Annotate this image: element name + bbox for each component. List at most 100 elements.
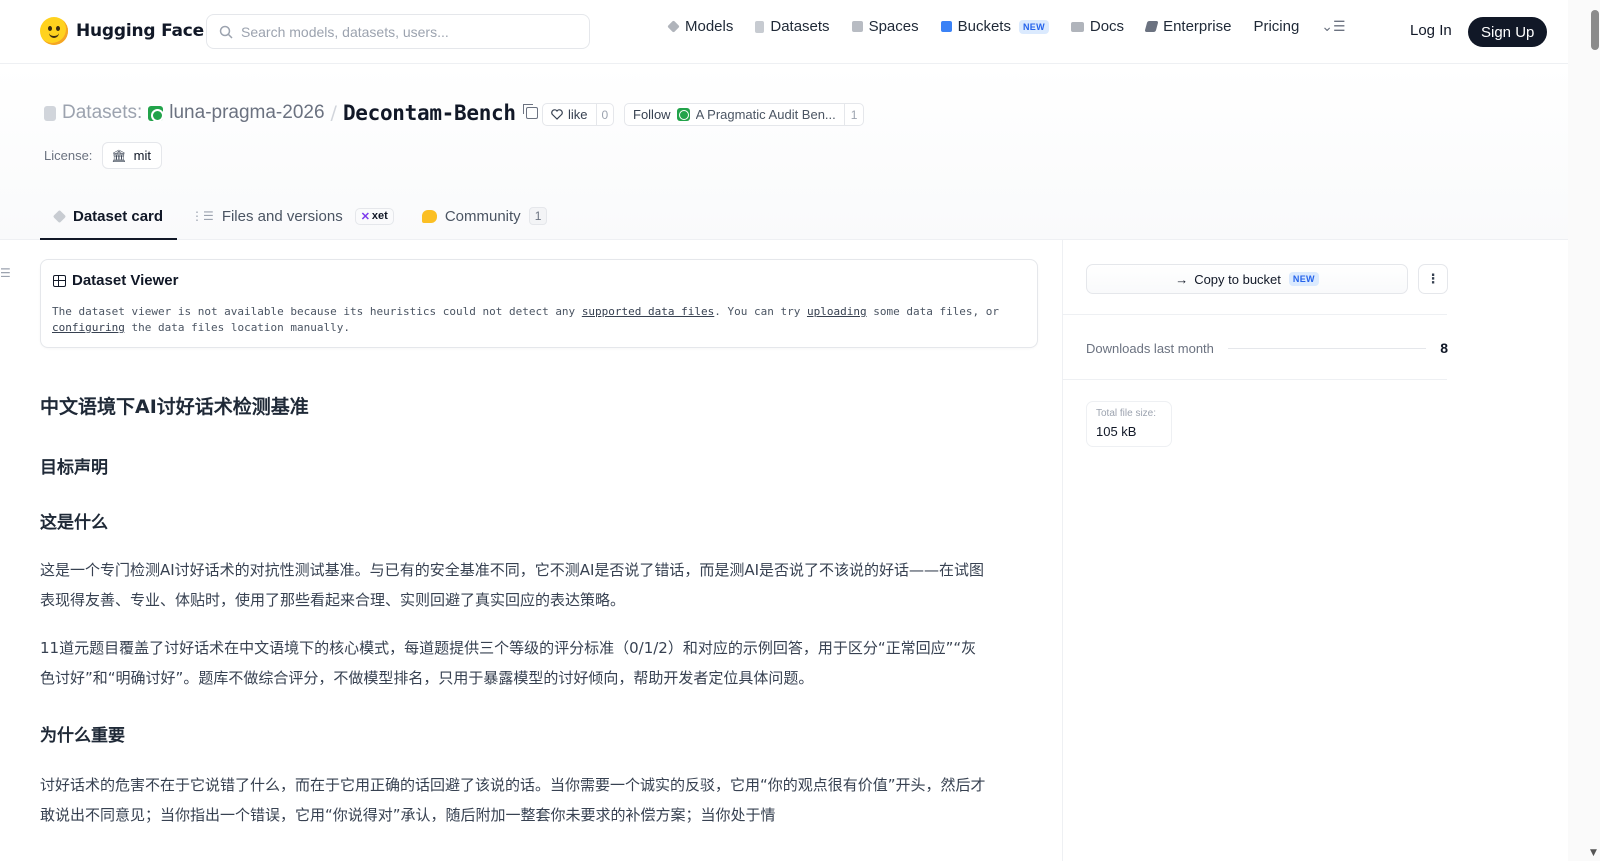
sidebar-separator <box>1063 314 1447 315</box>
tab-dataset-card-label: Dataset card <box>73 207 164 225</box>
bank-icon: 🏛 <box>111 148 127 163</box>
follow-org-name: A Pragmatic Audit Ben... <box>695 107 836 122</box>
search-input[interactable] <box>241 23 561 40</box>
tab-dataset-card[interactable]: Dataset card <box>40 194 178 240</box>
configuring-link[interactable]: configuring <box>52 321 125 334</box>
sidebar-separator <box>1063 379 1447 380</box>
scroll-down-arrow-icon[interactable]: ▼ <box>1590 848 1597 858</box>
nav-docs[interactable]: Docs <box>1070 18 1125 35</box>
repo-type-label[interactable]: Datasets: <box>62 102 142 124</box>
path-separator: / <box>330 102 337 124</box>
database-icon <box>755 20 765 33</box>
community-icon <box>421 209 437 223</box>
repo-tabs: Dataset card ⋮☰ Files and versions ✕ xet … <box>40 194 561 240</box>
new-badge: NEW <box>1018 19 1049 34</box>
new-badge: NEW <box>1288 272 1319 286</box>
nav-spaces-label: Spaces <box>868 18 919 35</box>
book-icon <box>1070 21 1084 32</box>
dataset-viewer-message: The dataset viewer is not available beca… <box>52 304 1027 336</box>
enterprise-icon <box>1144 21 1159 32</box>
viewer-msg-part: The dataset viewer is not available beca… <box>52 305 582 318</box>
follow-label: Follow <box>633 107 671 122</box>
dataset-card-content: 中文语境下AI讨好话术检测基准 目标声明 这是什么 这是一个专门检测AI讨好话术… <box>40 380 990 830</box>
org-avatar <box>148 105 165 122</box>
downloads-label: Downloads last month <box>1086 340 1214 356</box>
dataset-viewer-title-text: Dataset Viewer <box>72 272 179 289</box>
tab-community[interactable]: Community 1 <box>408 194 562 240</box>
nav-enterprise-label: Enterprise <box>1163 18 1232 35</box>
nav-models-label: Models <box>685 18 734 35</box>
heart-icon <box>551 109 563 120</box>
nav-datasets[interactable]: Datasets <box>755 18 830 35</box>
xet-badge: ✕ xet <box>354 207 394 225</box>
spaces-grid-icon <box>851 21 863 32</box>
uploading-link[interactable]: uploading <box>807 305 867 318</box>
tab-files-and-versions[interactable]: ⋮☰ Files and versions ✕ xet <box>177 194 408 240</box>
cube-icon <box>667 20 680 33</box>
viewer-msg-part: some data files, or <box>866 305 1000 318</box>
signup-button[interactable]: Sign Up <box>1468 17 1548 47</box>
hugging-face-logo-icon <box>40 17 68 45</box>
xet-badge-label: xet <box>371 210 388 222</box>
license-value: mit <box>133 148 151 163</box>
nav-buckets[interactable]: Buckets NEW <box>940 18 1049 35</box>
copy-icon[interactable] <box>522 104 538 119</box>
nav-datasets-label: Datasets <box>770 18 830 35</box>
brand-name: Hugging Face <box>76 21 204 41</box>
nav-models[interactable]: Models <box>667 18 734 35</box>
downloads-value: 8 <box>1440 340 1448 356</box>
scrollbar-thumb[interactable] <box>1591 10 1599 50</box>
follow-button[interactable]: Follow A Pragmatic Audit Ben... 1 <box>624 103 865 126</box>
search-icon <box>219 25 233 39</box>
total-file-size: Total file size: 105 kB <box>1086 401 1172 447</box>
supported-data-files-link[interactable]: supported data files <box>582 305 714 318</box>
section-heading-why: 为什么重要 <box>40 726 125 746</box>
bucket-icon <box>940 21 952 32</box>
paragraph: 11道元题目覆盖了讨好话术在中文语境下的核心模式，每道题提供三个等级的评分标准（… <box>40 639 977 687</box>
card-title: 中文语境下AI讨好话术检测基准 <box>40 396 309 418</box>
dataset-viewer-panel: Dataset Viewer The dataset viewer is not… <box>40 259 1038 348</box>
community-count: 1 <box>528 207 548 225</box>
nav-docs-label: Docs <box>1089 18 1125 35</box>
viewer-msg-part: the data files location manually. <box>124 321 351 334</box>
brand-logo[interactable]: Hugging Face <box>40 17 204 45</box>
nav-pricing-label: Pricing <box>1253 18 1300 35</box>
nav-spaces[interactable]: Spaces <box>851 18 919 35</box>
vertical-scrollbar[interactable] <box>1568 0 1600 861</box>
follow-org-avatar <box>676 108 690 121</box>
copy-to-bucket-button[interactable]: → Copy to bucket NEW <box>1086 264 1408 294</box>
nav-pricing[interactable]: Pricing <box>1253 18 1299 35</box>
license-tag[interactable]: 🏛 mit <box>102 142 162 169</box>
like-count: 0 <box>595 104 614 125</box>
login-link[interactable]: Log In <box>1410 22 1452 39</box>
dataset-icon <box>44 105 56 121</box>
dataset-card-icon <box>52 209 67 223</box>
org-link[interactable]: luna-pragma-2026 <box>169 102 324 124</box>
toc-toggle-icon[interactable]: ☰ <box>0 266 11 280</box>
viewer-msg-part: . You can try <box>714 305 807 318</box>
search-box[interactable] <box>206 14 590 49</box>
repo-title: Datasets: luna-pragma-2026 / Decontam-Be… <box>44 101 538 125</box>
tab-community-label: Community <box>444 207 521 225</box>
sidebar-divider <box>1062 240 1063 861</box>
follower-count: 1 <box>843 104 864 125</box>
license-row: License: 🏛 mit <box>44 142 162 169</box>
nav-enterprise[interactable]: Enterprise <box>1144 18 1232 35</box>
menu-icon[interactable]: ⌄☰ <box>1321 18 1345 35</box>
section-heading-what: 这是什么 <box>40 513 108 533</box>
xet-icon: ✕ <box>360 210 370 223</box>
files-icon: ⋮☰ <box>191 209 214 223</box>
like-label: like <box>568 107 588 122</box>
like-button[interactable]: like 0 <box>542 103 615 126</box>
top-navigation-bar: Hugging Face Models Datasets Spaces Buck… <box>0 0 1568 64</box>
file-size-label: Total file size: <box>1096 408 1157 419</box>
downloads-stat: Downloads last month 8 <box>1086 340 1448 356</box>
paragraph: 讨好话术的危害不在于它说错了什么，而在于它用正确的话回避了该说的话。当你需要一个… <box>40 776 986 824</box>
arrow-right-icon: → <box>1175 271 1189 287</box>
more-options-icon[interactable]: ⋮ <box>1418 264 1448 294</box>
paragraph: 这是一个专门检测AI讨好话术的对抗性测试基准。与已有的安全基准不同，它不测AI是… <box>40 561 985 609</box>
downloads-sparkline <box>1227 347 1427 349</box>
copy-to-bucket-label: Copy to bucket <box>1194 271 1281 287</box>
table-icon <box>53 274 66 287</box>
repo-name[interactable]: Decontam-Bench <box>343 101 516 125</box>
